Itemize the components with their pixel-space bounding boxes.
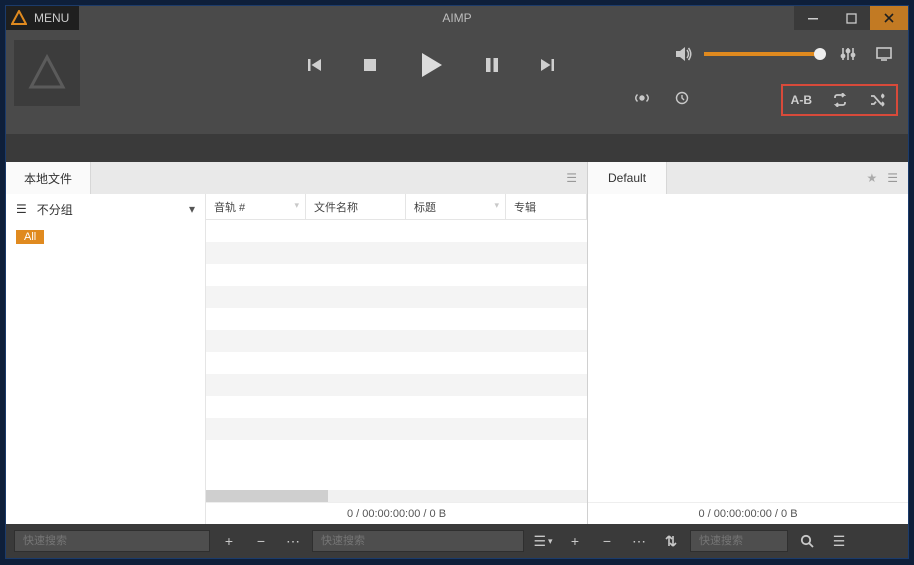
window-title: AIMP [6, 11, 908, 25]
playlist-area[interactable] [588, 194, 908, 502]
menu-button-bottom[interactable]: ☰ [826, 530, 852, 552]
column-track[interactable]: 音轨 #▾ [206, 194, 306, 219]
close-button[interactable] [870, 6, 908, 30]
transport-controls [306, 50, 556, 80]
menu-button[interactable]: MENU [6, 6, 79, 30]
search-input-middle[interactable] [312, 530, 524, 552]
search-button[interactable] [794, 530, 820, 552]
pause-button[interactable] [484, 56, 500, 74]
search-input-left[interactable] [14, 530, 210, 552]
stop-button[interactable] [362, 57, 378, 73]
left-status: 0 / 00:00:00:00 / 0 B [206, 502, 587, 524]
filter-icon[interactable]: ▾ [494, 200, 499, 211]
favorite-icon[interactable]: ★ [866, 171, 877, 185]
table-row[interactable] [206, 330, 587, 352]
right-panel-tab-label: Default [608, 171, 646, 185]
left-panel-tab[interactable]: 本地文件 [6, 162, 91, 194]
list-mode-button[interactable]: ☰▾ [530, 530, 556, 552]
play-button[interactable] [416, 50, 446, 80]
sidebar: ☰ 不分组 ▾ All [6, 194, 206, 524]
next-button[interactable] [538, 56, 556, 74]
column-filename[interactable]: 文件名称 [306, 194, 406, 219]
more-button[interactable]: ⋯ [280, 530, 306, 552]
table-row[interactable] [206, 352, 587, 374]
all-filter-badge[interactable]: All [16, 230, 44, 244]
maximize-button[interactable] [832, 6, 870, 30]
right-status: 0 / 00:00:00:00 / 0 B [588, 502, 908, 524]
left-panel: 本地文件 ☰ ☰ 不分组 ▾ All 音轨 #▾ 文件名称 标题▾ [6, 162, 588, 524]
group-selector[interactable]: ☰ 不分组 ▾ [6, 194, 205, 224]
grid-rows [206, 220, 587, 490]
more-button-2[interactable]: ⋯ [626, 530, 652, 552]
visualization-button[interactable] [874, 44, 894, 64]
radio-icon[interactable] [632, 88, 652, 108]
horizontal-scrollbar[interactable] [206, 490, 587, 502]
remove-button-2[interactable]: − [594, 530, 620, 552]
search-input-right[interactable] [690, 530, 788, 552]
right-panel-header: Default ★ ☰ [588, 162, 908, 194]
album-art [14, 40, 80, 106]
sort-button[interactable] [658, 530, 684, 552]
table-row[interactable] [206, 418, 587, 440]
title-bar: MENU AIMP [6, 6, 908, 30]
left-panel-tab-label: 本地文件 [24, 170, 72, 187]
window-controls [794, 6, 908, 30]
app-logo-icon [10, 9, 28, 27]
column-album[interactable]: 专辑 [506, 194, 587, 219]
table-row[interactable] [206, 396, 587, 418]
previous-button[interactable] [306, 56, 324, 74]
table-row[interactable] [206, 242, 587, 264]
right-panel-tab[interactable]: Default [588, 162, 667, 194]
group-label: 不分组 [37, 201, 73, 218]
table-row[interactable] [206, 286, 587, 308]
scrollbar-thumb[interactable] [206, 490, 328, 502]
caret-down-icon: ▾ [189, 202, 195, 216]
table-row[interactable] [206, 264, 587, 286]
list-icon: ☰ [16, 202, 27, 216]
left-panel-header: 本地文件 ☰ [6, 162, 587, 194]
volume-slider[interactable] [704, 52, 822, 56]
add-button[interactable]: + [216, 530, 242, 552]
left-panel-menu-icon[interactable]: ☰ [566, 171, 577, 185]
right-panel: Default ★ ☰ 0 / 00:00:00:00 / 0 B [588, 162, 908, 524]
add-button-2[interactable]: + [562, 530, 588, 552]
grid-header: 音轨 #▾ 文件名称 标题▾ 专辑 [206, 194, 587, 220]
repeat-button[interactable] [830, 90, 850, 110]
track-grid: 音轨 #▾ 文件名称 标题▾ 专辑 0 / 00:00:00:00 / 0 B [206, 194, 587, 524]
right-panel-menu-icon[interactable]: ☰ [887, 171, 898, 185]
toolbar-spacer [6, 134, 908, 162]
player-area: A-B [6, 30, 908, 134]
volume-thumb[interactable] [814, 48, 826, 60]
ab-repeat-button[interactable]: A-B [791, 93, 812, 107]
table-row[interactable] [206, 374, 587, 396]
playback-mode-group: A-B [781, 84, 898, 116]
timer-icon[interactable] [672, 88, 692, 108]
minimize-button[interactable] [794, 6, 832, 30]
player-right-controls [674, 44, 894, 64]
bottom-bar: + − ⋯ ☰▾ + − ⋯ ☰ [6, 524, 908, 558]
table-row[interactable] [206, 220, 587, 242]
volume-icon[interactable] [674, 44, 694, 64]
shuffle-button[interactable] [868, 90, 888, 110]
table-row[interactable] [206, 308, 587, 330]
remove-button[interactable]: − [248, 530, 274, 552]
menu-label: MENU [34, 11, 69, 25]
column-title[interactable]: 标题▾ [406, 194, 506, 219]
filter-icon[interactable]: ▾ [294, 200, 299, 211]
equalizer-button[interactable] [838, 44, 858, 64]
